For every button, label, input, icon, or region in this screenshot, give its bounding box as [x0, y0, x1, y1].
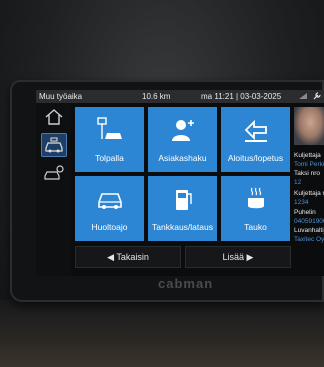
- date-time: ma 11:21 | 03-03-2025: [201, 92, 282, 101]
- driver-number-label: Kuljettaja nro: [294, 190, 324, 197]
- more-button[interactable]: Lisää ▶︎: [185, 246, 291, 268]
- fuel-icon: [176, 190, 192, 210]
- distance: 10.6 km: [142, 92, 171, 101]
- tile-label: Tolpalla: [95, 153, 124, 163]
- tile-tauko[interactable]: Tauko: [221, 176, 290, 241]
- taxi-number: 12: [294, 179, 302, 186]
- back-icon: ◀︎: [107, 252, 115, 262]
- wrench-icon: [313, 92, 321, 100]
- tile-aloitus-lopetus[interactable]: Aloitus/lopetus: [221, 107, 290, 172]
- license-holder-label: Luvanhaltija: [294, 227, 324, 234]
- tile-label: Tankkaus/lataus: [152, 222, 213, 232]
- driver-photo: [294, 107, 324, 145]
- work-mode: Muu työaika: [39, 92, 83, 101]
- car-icon: [98, 193, 122, 209]
- taxi-label: Taksi nro: [294, 170, 321, 177]
- taxi-terminal: Muu työaika 10.6 km ma 11:21 | 03-03-202…: [10, 80, 324, 302]
- car-interior: [0, 300, 324, 367]
- add-customer-icon: [172, 120, 194, 141]
- more-label: Lisää: [222, 252, 245, 262]
- start-stop-icon: [244, 119, 267, 142]
- signal-icon: [299, 93, 307, 99]
- tile-label: Aloitus/lopetus: [227, 153, 284, 163]
- coffee-icon: [248, 187, 264, 209]
- tile-tolpalla[interactable]: Tolpalla: [75, 107, 144, 172]
- forward-icon: ▶︎: [246, 252, 254, 262]
- tile-label: Huoltoajo: [91, 222, 128, 232]
- status-bar: Muu työaika 10.6 km ma 11:21 | 03-03-202…: [36, 90, 324, 103]
- terminal-screen: Muu työaika 10.6 km ma 11:21 | 03-03-202…: [36, 90, 324, 276]
- driver-panel: Kuljettaja Tomi Perkiö Taksi nro 12 Kulj…: [294, 107, 324, 267]
- tile-label: Tauko: [244, 222, 267, 232]
- taxi-button[interactable]: [41, 133, 67, 157]
- back-button[interactable]: ◀︎ Takaisin: [75, 246, 181, 268]
- tile-tankkaus-lataus[interactable]: Tankkaus/lataus: [148, 176, 217, 241]
- tile-asiakashaku[interactable]: Asiakashaku: [148, 107, 217, 172]
- tile-label: Asiakashaku: [158, 153, 207, 163]
- license-holder: Taxitec Oy: [294, 236, 324, 243]
- taxi-icon: [45, 137, 63, 153]
- taxi-stand-icon: [97, 117, 122, 139]
- nav-row: ◀︎ Takaisin Lisää ▶︎: [75, 246, 291, 268]
- back-label: Takaisin: [116, 252, 149, 262]
- driver-label: Kuljettaja: [294, 152, 321, 159]
- side-menu: [36, 103, 71, 276]
- home-icon: [45, 109, 63, 125]
- phone-label: Puhelin: [294, 209, 316, 216]
- home-button[interactable]: [41, 105, 67, 129]
- car-settings-button[interactable]: [41, 161, 67, 185]
- car-gear-icon: [44, 165, 64, 180]
- action-grid: Tolpalla Asiakashaku Aloitus/lopetus Huo…: [75, 107, 291, 243]
- driver-name: Tomi Perkiö: [294, 161, 324, 168]
- tile-huoltoajo[interactable]: Huoltoajo: [75, 176, 144, 241]
- driver-number: 1234: [294, 199, 309, 206]
- brand-logo: cabman: [158, 276, 214, 291]
- phone-number: 040591900: [294, 218, 324, 225]
